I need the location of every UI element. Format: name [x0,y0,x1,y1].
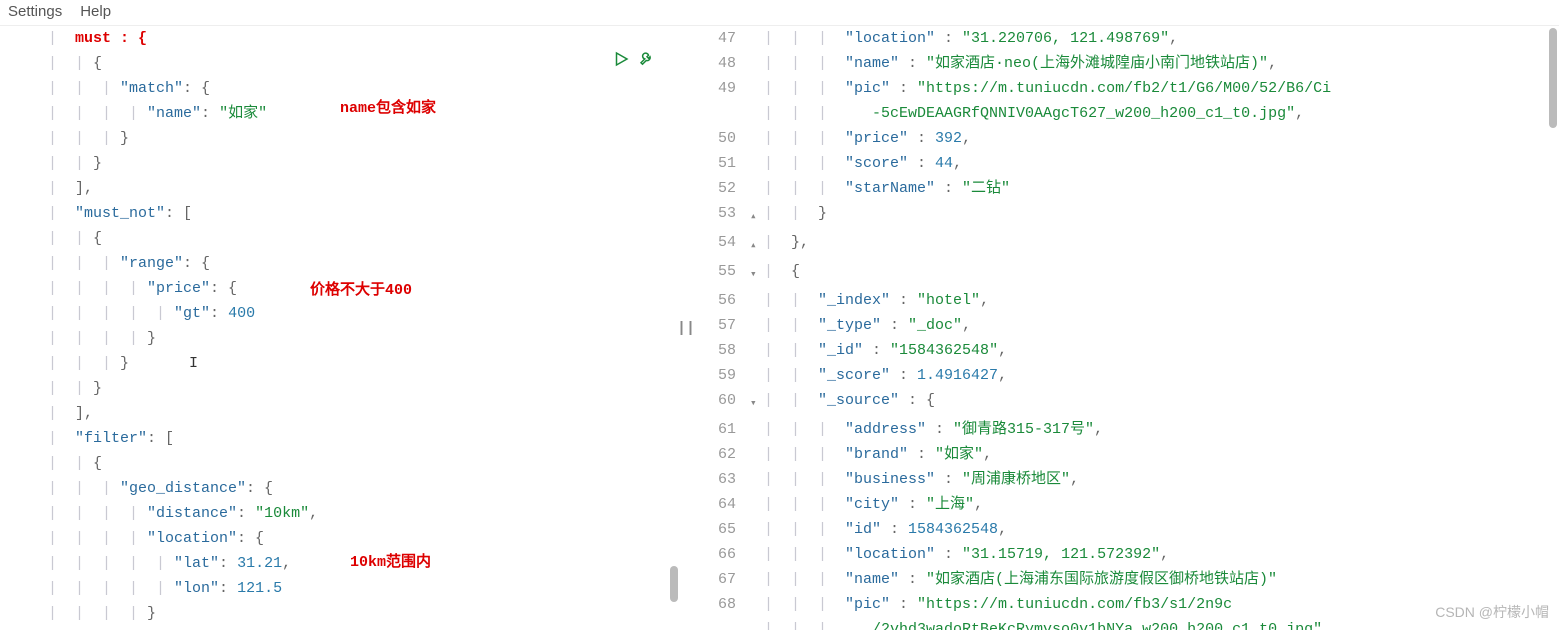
menu-settings[interactable]: Settings [8,3,62,22]
response-pane[interactable]: 47| | | "location" : "31.220706, 121.498… [692,26,1559,630]
fold-arrow-icon[interactable]: ▴ [750,230,764,259]
must-keyword: must : { [75,30,147,47]
scrollbar-thumb-left[interactable] [670,566,678,602]
watermark: CSDN @柠檬小帽 [1435,602,1549,622]
run-actions [612,50,656,73]
query-editor-pane[interactable]: | must : { | | { | | | "match": { | | | … [0,26,680,630]
annotation-name-contains: name包含如家 [340,96,436,117]
fold-arrow-icon[interactable]: ▴ [750,201,764,230]
fold-arrow-icon[interactable]: ▾ [750,259,764,288]
pane-divider[interactable]: || [680,26,692,630]
scrollbar-thumb-right[interactable] [1549,28,1557,128]
wrench-icon[interactable] [638,50,656,73]
annotation-10km: 10km范围内 [350,550,431,571]
play-icon[interactable] [612,50,630,73]
annotation-price: 价格不大于400 [310,278,412,299]
line-number: 47 [692,26,750,51]
fold-arrow-icon[interactable]: ▾ [750,388,764,417]
menubar: Settings Help [0,0,1559,26]
menu-help[interactable]: Help [80,3,111,22]
editor-workspace: | must : { | | { | | | "match": { | | | … [0,26,1559,630]
